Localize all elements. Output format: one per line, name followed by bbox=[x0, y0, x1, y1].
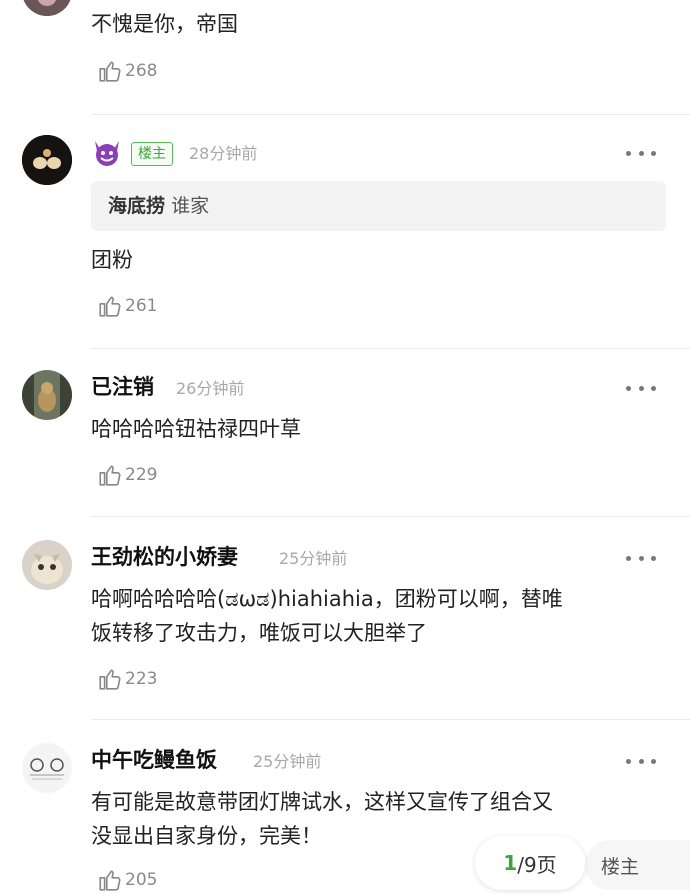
thumbs-up-icon bbox=[99, 870, 121, 891]
thumbs-up-icon bbox=[99, 296, 121, 317]
like-count: 205 bbox=[125, 870, 158, 890]
like-count: 223 bbox=[125, 669, 158, 689]
comment-text: 饭转移了攻击力，唯饭可以大胆举了 bbox=[91, 621, 427, 645]
comment-divider bbox=[91, 348, 690, 349]
quote-text: 谁家 bbox=[171, 195, 210, 217]
like-button[interactable]: 205 bbox=[97, 866, 157, 894]
quoted-reply[interactable]: 海底捞 谁家 bbox=[91, 181, 666, 231]
comment-divider bbox=[91, 516, 690, 517]
like-count: 229 bbox=[125, 465, 158, 485]
comment-text: 不愧是你，帝国 bbox=[91, 12, 238, 36]
username[interactable] bbox=[91, 139, 123, 173]
like-count: 268 bbox=[125, 61, 158, 81]
like-button[interactable]: 229 bbox=[97, 461, 157, 489]
username[interactable]: 中午吃鳗鱼饭 bbox=[91, 747, 217, 773]
more-options-button[interactable] bbox=[626, 149, 656, 157]
like-button[interactable]: 268 bbox=[97, 57, 157, 85]
quote-author: 海底捞 bbox=[108, 195, 166, 217]
current-page: 1 bbox=[503, 851, 518, 875]
comment-divider bbox=[91, 114, 690, 115]
total-pages: /9页 bbox=[517, 852, 557, 877]
user-avatar[interactable] bbox=[22, 135, 72, 185]
comment-text: 哈啊哈哈哈哈(ಡωಡ)hiahiahia，团粉可以啊，替唯 bbox=[91, 587, 563, 611]
comment-time: 26分钟前 bbox=[176, 379, 245, 398]
devil-emoji-icon bbox=[95, 141, 119, 166]
like-button[interactable]: 223 bbox=[97, 665, 157, 693]
user-avatar[interactable] bbox=[22, 370, 72, 420]
thumbs-up-icon bbox=[99, 669, 121, 690]
user-avatar[interactable] bbox=[22, 540, 72, 590]
thumbs-up-icon bbox=[99, 465, 121, 486]
comment-text: 团粉 bbox=[91, 248, 133, 272]
comment-text: 哈哈哈哈钮祜禄四叶草 bbox=[91, 417, 301, 441]
comment-time: 28分钟前 bbox=[189, 144, 258, 163]
comment-divider bbox=[91, 719, 690, 720]
comment-text: 有可能是故意带团灯牌试水，这样又宣传了组合又 bbox=[91, 790, 553, 814]
user-avatar[interactable] bbox=[22, 743, 72, 793]
more-options-button[interactable] bbox=[626, 384, 656, 392]
user-avatar[interactable] bbox=[22, 0, 72, 16]
comment-time: 25分钟前 bbox=[253, 752, 322, 771]
username[interactable]: 已注销 bbox=[91, 374, 154, 400]
more-options-button[interactable] bbox=[626, 757, 656, 765]
floor-filter-button[interactable]: 楼主 bbox=[585, 840, 690, 890]
floor-filter-label: 楼主 bbox=[601, 855, 640, 878]
comment-time: 25分钟前 bbox=[279, 549, 348, 568]
thumbs-up-icon bbox=[99, 61, 121, 82]
more-options-button[interactable] bbox=[626, 554, 656, 562]
username[interactable]: 王劲松的小娇妻 bbox=[91, 544, 238, 570]
page-indicator[interactable]: 1 /9页 bbox=[475, 836, 585, 890]
op-badge: 楼主 bbox=[131, 142, 173, 166]
like-count: 261 bbox=[125, 296, 158, 316]
like-button[interactable]: 261 bbox=[97, 292, 157, 320]
